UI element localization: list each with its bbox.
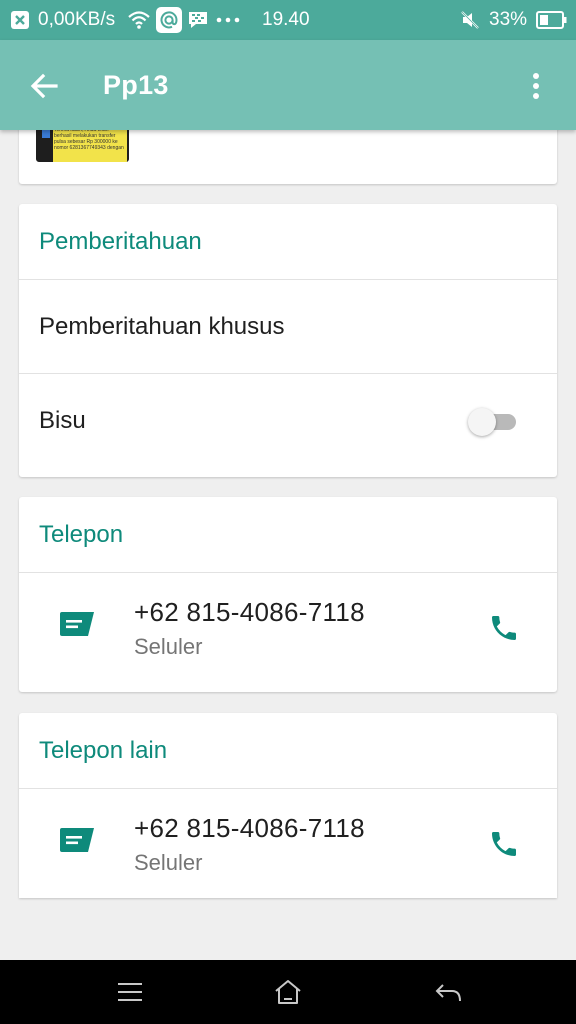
message-icon[interactable] xyxy=(59,611,95,642)
message-thumbnail[interactable]: Terima kasih, Anda telah berhasil melaku… xyxy=(36,126,129,162)
more-vert-icon xyxy=(533,73,539,99)
home-button[interactable] xyxy=(258,970,318,1014)
call-button[interactable] xyxy=(485,609,523,647)
home-icon xyxy=(275,980,301,1004)
notifications-card: Pemberitahuan Pemberitahuan khusus Bisu xyxy=(19,204,557,477)
phone-icon xyxy=(492,832,516,856)
at-sign-icon xyxy=(156,0,182,40)
other-phone-card: Telepon lain +62 815-4086-7118 Seluler xyxy=(19,713,557,898)
mute-row[interactable]: Bisu xyxy=(19,374,557,468)
status-bar: 0,00KB/s 19.40 33% xyxy=(0,0,576,40)
navigation-bar xyxy=(0,960,576,1024)
mute-icon xyxy=(459,0,481,40)
menu-button[interactable] xyxy=(100,970,160,1014)
phone-row[interactable]: +62 815-4086-7118 Seluler xyxy=(19,573,557,690)
back-button[interactable] xyxy=(22,64,66,108)
more-options-button[interactable] xyxy=(514,64,558,108)
nav-back-button[interactable] xyxy=(418,970,478,1014)
clock: 19.40 xyxy=(262,9,310,30)
app-bar: Pp13 xyxy=(0,40,576,130)
wifi-icon xyxy=(127,0,151,40)
page-title: Pp13 xyxy=(103,69,169,100)
battery-icon xyxy=(536,0,568,40)
other-phone-number: +62 815-4086-7118 xyxy=(134,813,365,843)
back-icon xyxy=(435,984,461,1002)
toggle-thumb xyxy=(468,408,496,436)
mute-label: Bisu xyxy=(39,407,86,434)
notification-x-icon xyxy=(10,0,30,40)
phone-icon xyxy=(492,616,516,640)
other-phone-type: Seluler xyxy=(134,850,203,875)
other-phone-row[interactable]: +62 815-4086-7118 Seluler xyxy=(19,789,557,906)
notifications-header: Pemberitahuan xyxy=(19,204,557,280)
custom-notifications-row[interactable]: Pemberitahuan khusus xyxy=(19,280,557,374)
mute-toggle[interactable] xyxy=(468,407,520,436)
battery-level: 33% xyxy=(489,9,528,30)
call-button[interactable] xyxy=(485,825,523,863)
phone-card: Telepon +62 815-4086-7118 Seluler xyxy=(19,497,557,692)
bbm-icon xyxy=(187,0,209,40)
phone-header: Telepon xyxy=(19,497,557,573)
message-icon[interactable] xyxy=(59,827,95,858)
menu-icon xyxy=(118,983,142,1001)
thumbnail-text: Terima kasih, Anda telah berhasil melaku… xyxy=(53,126,127,162)
network-speed: 0,00KB/s xyxy=(38,9,116,30)
arrow-back-icon xyxy=(30,73,58,99)
other-phone-header: Telepon lain xyxy=(19,713,557,789)
more-notifications-icon xyxy=(216,0,240,40)
phone-type: Seluler xyxy=(134,634,203,659)
phone-number: +62 815-4086-7118 xyxy=(134,597,365,627)
custom-notifications-label: Pemberitahuan khusus xyxy=(39,312,285,340)
